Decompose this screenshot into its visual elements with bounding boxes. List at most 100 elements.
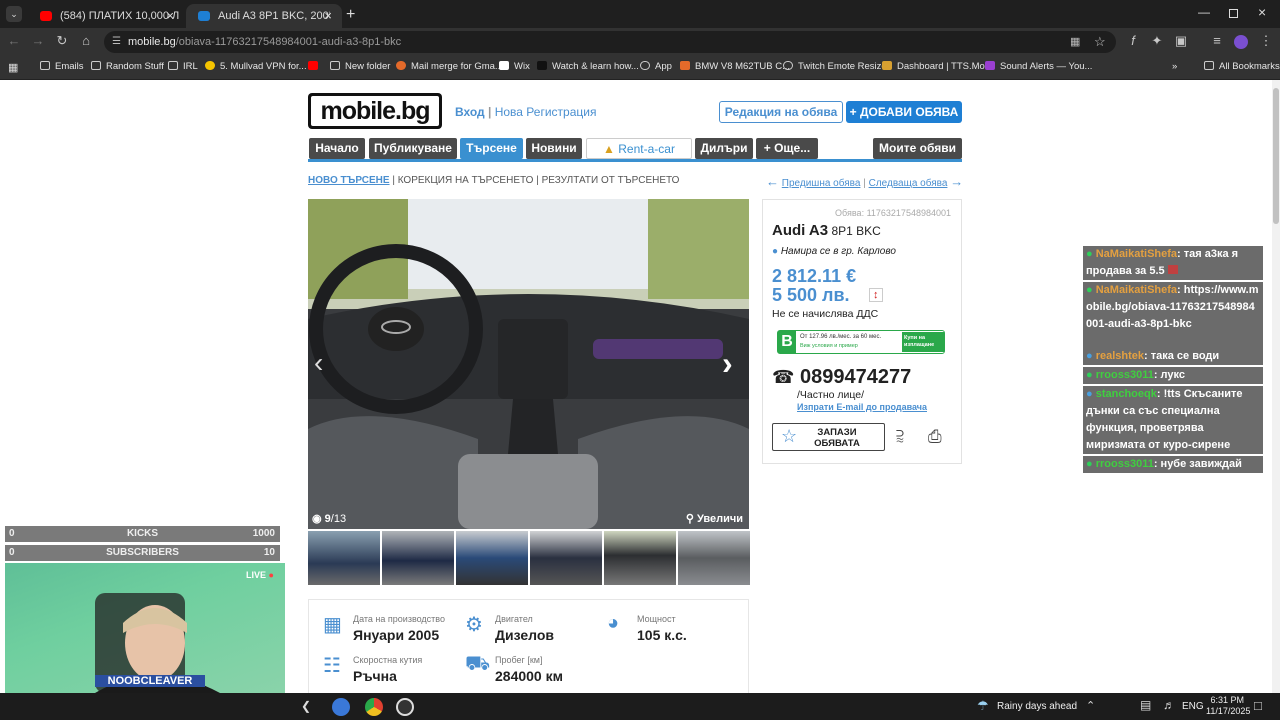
taskbar-obs-icon[interactable] [396,698,414,716]
bookmarks-bar: ▦ Emails Random Stuff IRL 5. Mullvad VPN… [0,56,1280,80]
translate-icon[interactable]: ▦ [1070,31,1080,53]
close-tab-icon[interactable]: × [324,4,332,28]
site-logo[interactable]: mobile.bg [308,93,442,129]
add-ad-button[interactable]: + ДОБАВИ ОБЯВА [846,101,962,123]
bookmark-star-icon[interactable]: ☆ [1094,31,1106,53]
car-interior-image [308,199,749,529]
seller-type: /Частно лице/ [797,389,865,401]
bookmark-item[interactable]: IRL [168,61,198,72]
main-photo[interactable]: ‹ › ◉ 9/13 ⚲ Увеличи [308,199,749,529]
bookmark-item[interactable]: Mail merge for Gma... [396,61,503,72]
bookmark-item[interactable]: Sound Alerts — You... [985,61,1092,72]
bookmark-item[interactable]: 5. Mullvad VPN for... [205,61,307,72]
browser-tab[interactable]: (584) ПЛАТИХ 10,000 ЛВ ЗА 20 × [28,4,184,28]
home-icon[interactable]: ⌂ [77,33,95,48]
price-history-icon[interactable]: ↕ [869,288,883,302]
nav-rent-a-car[interactable]: ▲ Rent-a-car [586,138,692,159]
next-photo-arrow[interactable]: › [722,345,733,382]
minimize-window-button[interactable]: — [1198,5,1210,19]
browser-tab-active[interactable]: Audi A3 8P1 BKC, 2005г., ID:48 × [186,4,342,28]
extension-icon[interactable]: ✦ [1148,33,1166,49]
login-link[interactable]: Вход [455,105,485,119]
nav-my-ads[interactable]: Моите обяви [873,138,962,159]
nav-publish[interactable]: Публикуване [369,138,457,159]
nav-search[interactable]: Търсене [460,138,523,159]
nav-home[interactable]: Начало [309,138,365,159]
extensions-puzzle-icon[interactable]: ▣ [1172,33,1190,49]
restore-window-button[interactable] [1229,9,1238,18]
photo-thumbnails [308,531,750,586]
notification-icon[interactable]: □ [1254,698,1262,713]
nav-dealers[interactable]: Дилъри [695,138,753,159]
bookmark-item[interactable]: New folder [330,61,390,72]
bookmark-item[interactable]: Emails [40,61,84,72]
register-link[interactable]: Нова Регистрация [495,105,597,119]
tab-search-button[interactable]: ⌄ [6,6,22,22]
new-search-link[interactable]: НОВО ТЪРСЕНЕ [308,175,390,186]
thumbnail[interactable] [308,531,380,585]
save-ad-button[interactable]: ☆ ЗАПАЗИ ОБЯВАТА [772,423,885,451]
edit-ad-button[interactable]: Редакция на обява [719,101,843,123]
all-bookmarks[interactable]: All Bookmarks [1204,61,1280,72]
taskbar-chrome-icon[interactable] [365,698,383,716]
network-icon[interactable]: ▤ [1140,698,1151,712]
arrow-right-icon[interactable]: → [950,174,963,189]
taskbar-app-icon[interactable] [332,698,350,716]
print-icon[interactable]: ⎙ [928,427,942,447]
thumbnail[interactable] [382,531,454,585]
volume-icon[interactable]: ♬ [1163,698,1175,712]
zoom-button[interactable]: ⚲ Увеличи [686,512,743,525]
site-info-icon[interactable]: ☰ [112,31,121,53]
extension-icon[interactable]: f [1124,33,1142,48]
bookmark-item[interactable]: Watch & learn how... [537,61,639,72]
bookmark-item[interactable] [308,61,323,72]
apps-grid-icon[interactable]: ▦ [8,61,18,74]
nav-news[interactable]: Новини [526,138,582,159]
show-hidden-icon[interactable]: ❮ [301,699,311,713]
menu-kebab-icon[interactable]: ⋮ [1257,33,1275,49]
new-tab-button[interactable]: + [346,6,355,24]
thumbnail[interactable] [456,531,528,585]
finance-banner[interactable]: B От 127.96 лв./мес. за 60 мес. Виж усло… [777,330,945,354]
profile-avatar[interactable] [1234,35,1248,49]
media-control-icon[interactable]: ≡ [1208,33,1226,48]
results-link[interactable]: РЕЗУЛТАТИ ОТ ТЪРСЕНЕТО [542,175,680,186]
spec-value: 105 к.с. [637,627,687,643]
page-scrollbar[interactable] [1272,80,1280,693]
close-window-button[interactable]: × [1258,4,1266,20]
thumbnail[interactable] [678,531,750,585]
email-seller-link[interactable]: Изпрати E-mail до продавача [797,402,927,412]
next-ad-link[interactable]: Следваща обява [869,178,948,189]
back-icon[interactable]: ← [5,33,23,48]
bookmark-item[interactable]: Random Stuff [91,61,164,72]
bookmark-item[interactable]: Wix [499,61,530,72]
globe-badge-icon: ● [1086,350,1093,362]
rent-car-icon: ▲ [603,142,615,156]
thumbnail[interactable] [530,531,602,585]
prev-photo-arrow[interactable]: ‹ [314,347,323,379]
prev-ad-link[interactable]: Предишна обява [782,178,861,189]
arrow-left-icon[interactable]: ← [766,174,779,189]
address-bar[interactable]: ☰ mobile.bg/obiava-11763217548984001-aud… [104,31,1116,53]
bookmarks-overflow-icon[interactable]: » [1172,61,1177,72]
share-icon[interactable]: ⫊ [896,426,904,447]
scrollbar-thumb[interactable] [1273,88,1279,224]
reload-icon[interactable]: ↻ [53,33,71,49]
nav-more[interactable]: + Още... [756,138,818,159]
tray-up-icon[interactable]: ⌃ [1086,699,1095,712]
thumbnail-active[interactable] [604,531,676,585]
phone[interactable]: ☎ 0899474277 [772,366,911,389]
live-dot-icon: ● [268,570,274,580]
clock[interactable]: 6:31 PM 11/17/2025 [1206,695,1250,717]
bookmark-item[interactable]: Dashboard | TTS.Mo... [882,61,993,72]
language-indicator[interactable]: ENG [1182,701,1204,712]
forward-icon[interactable]: → [29,33,47,48]
weather-text[interactable]: Rainy days ahead [997,701,1077,712]
bookmark-item[interactable]: Twitch Emote Resizer [783,61,890,72]
bookmark-item[interactable]: BMW V8 M62TUB C... [680,61,790,72]
sound-icon [985,61,995,70]
refine-search-link[interactable]: КОРЕКЦИЯ НА ТЪРСЕНЕТО [398,175,534,186]
close-tab-icon[interactable]: × [166,4,174,28]
bookmark-item[interactable]: App [640,61,672,72]
price-eur: 2 812.11 € [772,266,857,286]
